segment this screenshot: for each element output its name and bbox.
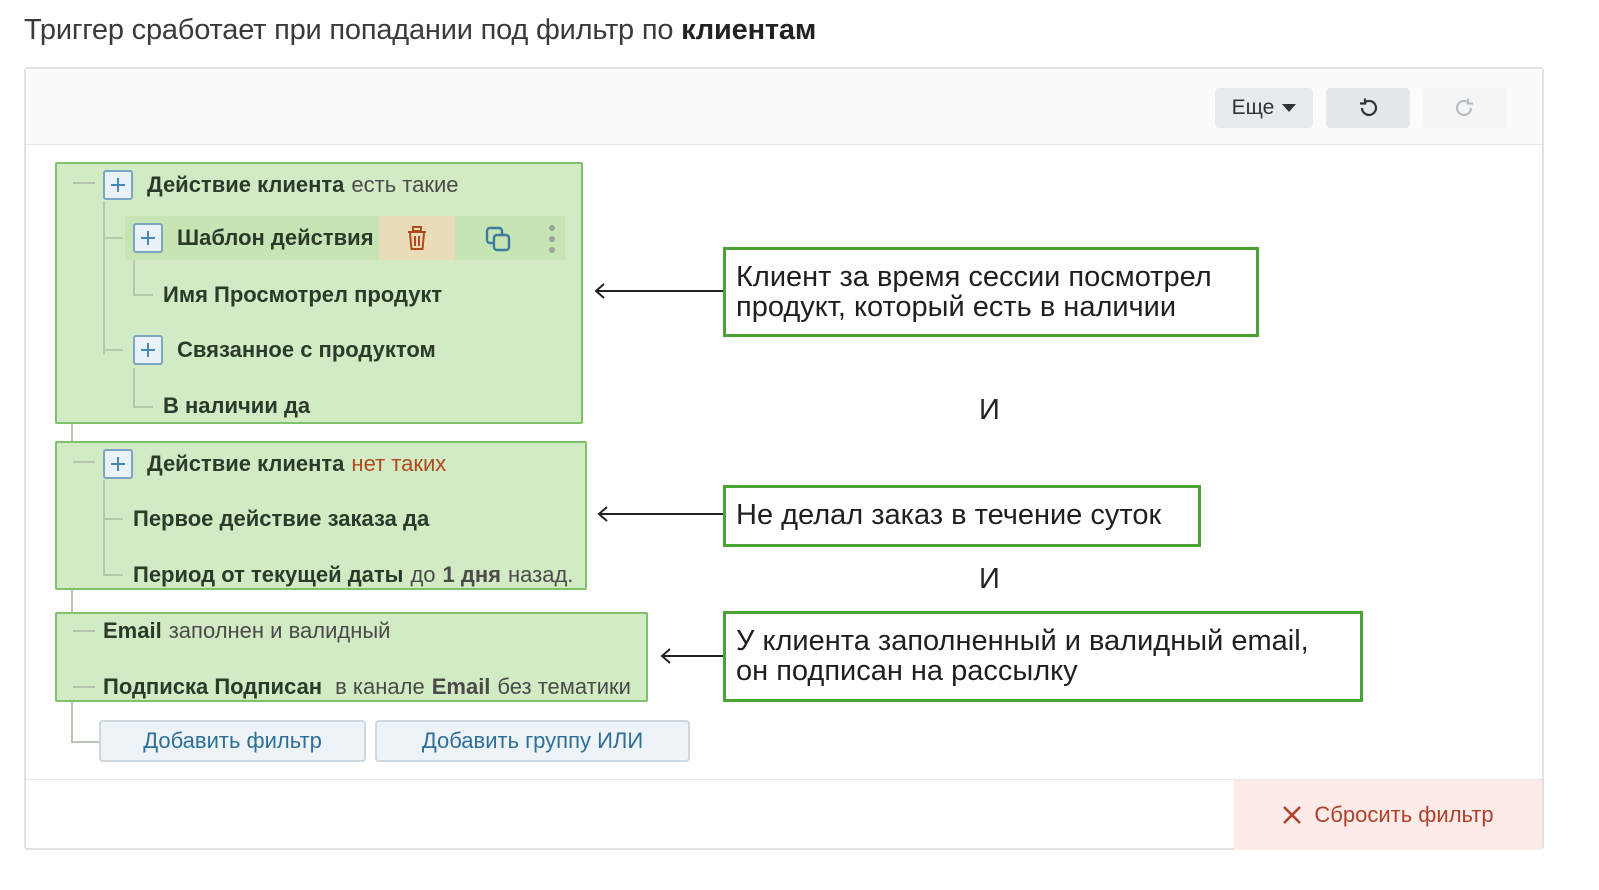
filter-label: Период от текущей даты [133,562,404,587]
tree-connector [73,182,95,184]
tree-connector [103,349,123,351]
tree-connector [103,480,105,576]
filter-row: Период от текущей даты до 1 дня назад. [133,559,573,591]
tree-connector [73,461,95,463]
filter-label: Email [103,618,162,643]
filter-label: Подписка Подписан [103,674,323,699]
filter-group: Действие клиента нет таких Первое действ… [55,441,587,590]
undo-button[interactable] [1326,88,1410,128]
filter-value: заполнен и валидный [168,618,391,643]
tree-connector [73,630,95,632]
annotation-arrow [594,283,726,299]
note-line: он подписан на рассылку [736,655,1078,687]
filter-label: Первое действие заказа да [133,506,430,531]
annotation-arrow [660,648,726,664]
annotation-note: У клиента заполненный и валидный email, … [723,611,1363,702]
plus-icon[interactable] [133,335,163,365]
filter-row: Первое действие заказа да [133,503,429,535]
filter-group: Действие клиента есть такие Шаблон дейст… [55,162,583,424]
tree-connector [133,294,153,296]
filter-label: Имя Просмотрел продукт [163,282,443,307]
tree-connector [103,518,123,520]
filter-label: 1 дня [442,562,501,587]
more-dropdown-button[interactable]: Еще [1215,88,1313,128]
add-filter-button[interactable]: Добавить фильтр [99,720,366,762]
reset-filter-button[interactable]: Сбросить фильтр [1234,780,1542,850]
toolbar: Еще [26,69,1542,145]
annotation-note: Не делал заказ в течение суток [723,485,1201,547]
filter-label: Email [431,674,491,699]
filter-row: Связанное с продуктом [133,334,436,366]
annotation-arrow [597,506,726,522]
delete-button[interactable] [379,216,455,260]
filter-row: Действие клиента есть такие [103,169,459,201]
filter-panel: Еще Действие клиента есть такие Шаблон д… [24,67,1544,850]
filter-row: Имя Просмотрел продукт [163,279,442,311]
filter-label: Связанное с продуктом [177,337,436,362]
note-line: продукт, который есть в наличии [736,291,1177,323]
more-options-icon[interactable] [549,225,555,253]
tree-connector [71,741,99,743]
filter-text: до [410,562,436,587]
tree-connector [103,201,105,355]
tree-connector [103,237,123,239]
filter-label: В наличии да [163,393,311,418]
filter-value: есть такие [351,172,459,197]
heading-bold: клиентам [681,14,817,46]
tree-connector [133,406,153,408]
redo-button[interactable] [1423,88,1507,128]
filter-text: без тематики [497,674,631,699]
tree-connector [73,686,95,688]
filter-row: В наличии да [163,390,310,422]
add-or-group-button[interactable]: Добавить группу ИЛИ [375,720,690,762]
note-line: У клиента заполненный и валидный email, [736,625,1309,657]
filter-text: назад. [507,562,574,587]
filter-row: Подписка Подписан в канале Email без тем… [103,671,631,703]
footer-bar: Сбросить фильтр [26,779,1542,850]
filter-row-template: Шаблон действия [133,222,374,254]
heading-prefix: Триггер сработает при попадании под филь… [24,14,674,46]
plus-icon[interactable] [103,449,133,479]
filter-label: Действие клиента [147,172,345,197]
filter-value: нет таких [351,451,447,476]
copy-icon [485,226,511,252]
and-label: И [979,563,1000,595]
annotation-note: Клиент за время сессии посмотрел продукт… [723,247,1259,337]
note-line: Не делал заказ в течение суток [736,499,1162,531]
caret-down-icon [1282,104,1297,112]
filter-text: в канале [335,674,425,699]
close-icon [1283,806,1302,824]
filter-label: Шаблон действия [177,225,374,250]
copy-button[interactable] [477,220,519,258]
reset-filter-label: Сбросить фильтр [1314,802,1494,827]
plus-icon[interactable] [133,223,163,253]
filter-group: Email заполнен и валидный Подписка Подпи… [55,612,648,702]
filter-label: Действие клиента [147,451,345,476]
filter-row: Email заполнен и валидный [103,615,390,647]
page-heading: Триггер сработает при попадании под филь… [24,14,816,47]
undo-icon [1360,98,1378,117]
note-line: Клиент за время сессии посмотрел [736,261,1212,293]
and-label: И [979,394,1000,426]
tree-connector [133,260,135,296]
tree-connector [133,368,135,408]
redo-icon [1455,98,1473,117]
plus-icon[interactable] [103,170,133,200]
filter-row: Действие клиента нет таких [103,448,446,480]
trash-icon [408,226,426,250]
tree-connector [103,574,123,576]
more-label: Еще [1231,96,1275,119]
